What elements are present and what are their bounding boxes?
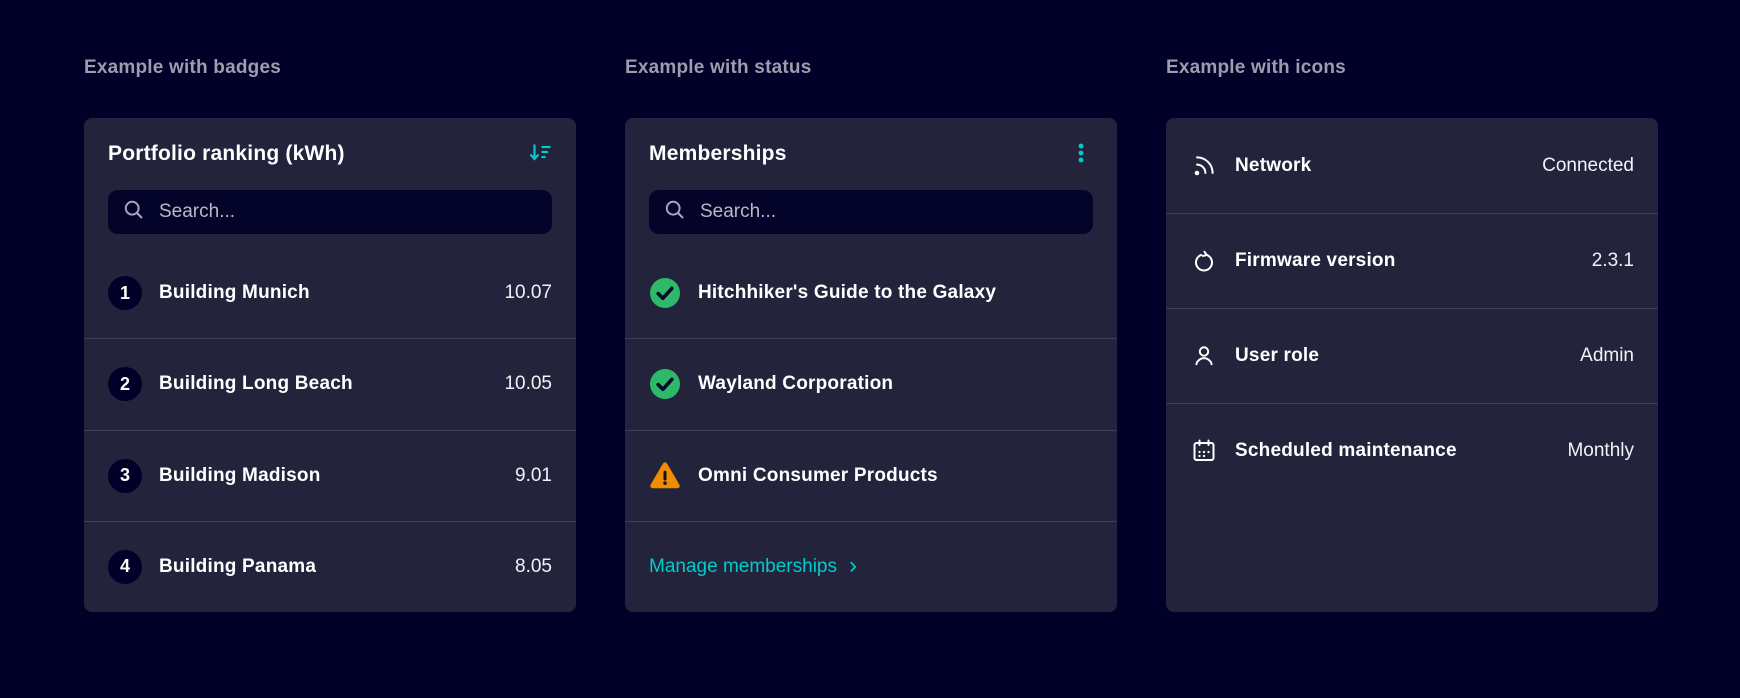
portfolio-card-title: Portfolio ranking (kWh)	[108, 142, 345, 165]
info-value: Admin	[1580, 345, 1634, 366]
info-label: Firmware version	[1235, 250, 1396, 271]
column-badges: Example with badges Portfolio ranking (k…	[84, 57, 576, 612]
user-icon	[1190, 342, 1218, 370]
search-icon	[123, 199, 145, 226]
portfolio-ranking-card: Portfolio ranking (kWh) Search... 1 Buil…	[84, 118, 576, 612]
calendar-icon	[1190, 437, 1218, 465]
memberships-card-title: Memberships	[649, 142, 787, 165]
portfolio-list: 1 Building Munich 10.07 2 Building Long …	[84, 248, 576, 612]
membership-name: Hitchhiker's Guide to the Galaxy	[698, 282, 997, 304]
manage-memberships-link[interactable]: Manage memberships ›	[649, 551, 857, 579]
search-icon	[664, 199, 686, 226]
kebab-menu-button[interactable]	[1063, 136, 1099, 172]
check-circle-icon	[649, 277, 681, 309]
info-label: Network	[1235, 154, 1312, 176]
firmware-refresh-icon	[1190, 247, 1218, 275]
building-name: Building Panama	[159, 555, 317, 577]
card-empty-space	[1166, 498, 1658, 612]
network-signal-icon	[1190, 152, 1218, 180]
info-label: User role	[1235, 345, 1320, 366]
kwh-value: 10.05	[504, 373, 552, 395]
portfolio-search-wrap	[84, 190, 576, 234]
sort-descending-button[interactable]	[522, 136, 558, 172]
membership-name: Omni Consumer Products	[698, 464, 938, 486]
rank-badge: 1	[108, 276, 142, 311]
list-item[interactable]: Hitchhiker's Guide to the Galaxy	[625, 248, 1117, 338]
building-name: Building Long Beach	[159, 373, 353, 395]
section-heading-badges: Example with badges	[84, 57, 282, 78]
chevron-right-icon: ›	[848, 551, 857, 579]
sort-descending-icon	[527, 140, 553, 169]
section-heading-status: Example with status	[625, 57, 812, 78]
kwh-value: 8.05	[515, 555, 552, 577]
building-name: Building Madison	[159, 464, 321, 486]
info-value: Connected	[1542, 154, 1634, 176]
list-item[interactable]: 4 Building Panama 8.05	[84, 520, 576, 612]
list-item: Network Connected	[1166, 118, 1658, 213]
memberships-card: Memberships Search... Hitchhiker's Guide…	[625, 118, 1117, 612]
info-label: Scheduled maintenance	[1235, 440, 1457, 461]
info-value: Monthly	[1567, 440, 1634, 461]
list-item[interactable]: 1 Building Munich 10.07	[84, 248, 576, 338]
list-item: User role Admin	[1166, 308, 1658, 403]
kwh-value: 10.07	[504, 282, 552, 304]
device-info-card: Network Connected Firmware version 2.3.1	[1166, 118, 1658, 612]
memberships-search-input[interactable]	[700, 201, 1078, 223]
warning-triangle-icon	[649, 460, 681, 492]
device-info-list: Network Connected Firmware version 2.3.1	[1166, 118, 1658, 612]
list-item[interactable]: 2 Building Long Beach 10.05	[84, 338, 576, 429]
list-item[interactable]: 3 Building Madison 9.01	[84, 429, 576, 521]
example-columns: Example with badges Portfolio ranking (k…	[84, 57, 1658, 612]
membership-name: Wayland Corporation	[698, 373, 894, 395]
list-item: Firmware version 2.3.1	[1166, 213, 1658, 308]
memberships-list: Hitchhiker's Guide to the Galaxy Wayland…	[625, 248, 1117, 612]
check-circle-icon	[649, 368, 681, 400]
section-heading-icons: Example with icons	[1166, 57, 1346, 78]
info-value: 2.3.1	[1591, 250, 1634, 271]
kwh-value: 9.01	[515, 464, 552, 486]
memberships-search-box[interactable]	[649, 190, 1093, 234]
portfolio-search-input[interactable]	[159, 201, 537, 223]
list-item[interactable]: Omni Consumer Products	[625, 429, 1117, 521]
column-status: Example with status Memberships Search..…	[625, 57, 1117, 612]
column-icons: Example with icons Network Connected Fir…	[1166, 57, 1658, 612]
rank-badge: 3	[108, 458, 142, 493]
list-item: Scheduled maintenance Monthly	[1166, 403, 1658, 498]
kebab-menu-icon	[1068, 140, 1094, 169]
list-item[interactable]: Wayland Corporation	[625, 338, 1117, 429]
card-footer: Manage memberships ›	[625, 520, 1117, 612]
manage-memberships-label: Manage memberships	[649, 555, 837, 577]
building-name: Building Munich	[159, 282, 310, 304]
page: Example with badges Portfolio ranking (k…	[0, 0, 1740, 698]
rank-badge: 2	[108, 367, 142, 402]
memberships-card-header: Memberships	[625, 118, 1117, 190]
portfolio-search-box[interactable]	[108, 190, 552, 234]
rank-badge: 4	[108, 549, 142, 584]
memberships-search-wrap	[625, 190, 1117, 234]
portfolio-card-header: Portfolio ranking (kWh)	[84, 118, 576, 190]
